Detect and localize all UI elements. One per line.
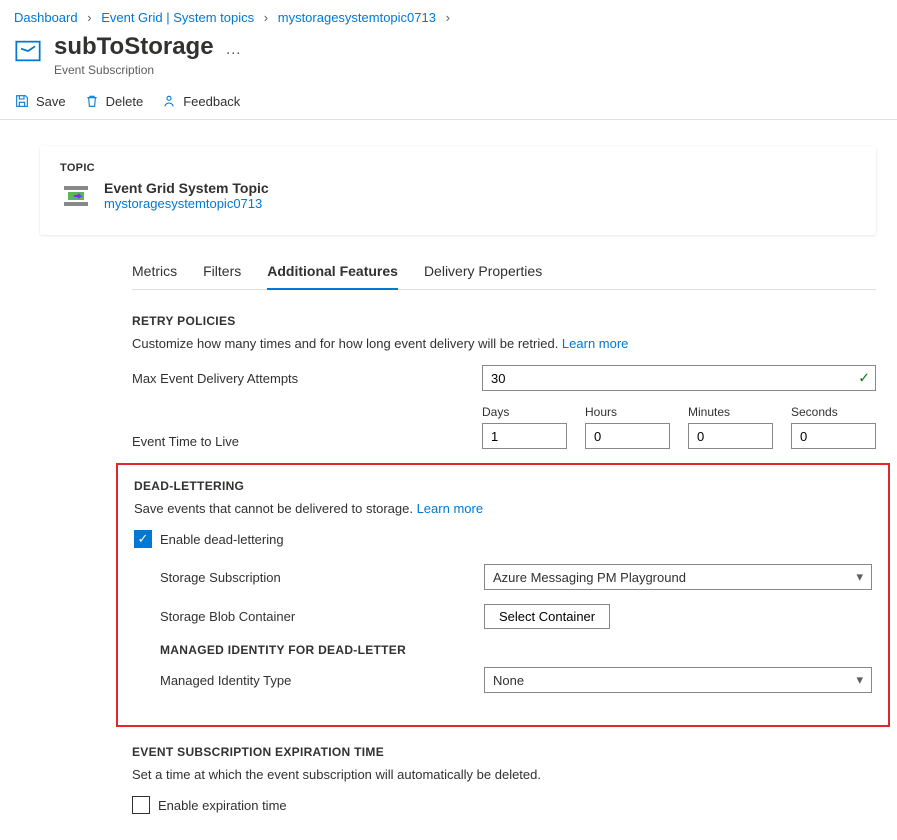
save-label: Save [36,94,66,109]
enable-deadletter-label: Enable dead-lettering [160,532,284,547]
retry-desc: Customize how many times and for how lon… [132,336,876,351]
ttl-seconds-input[interactable] [791,423,876,449]
retry-learn-more[interactable]: Learn more [562,336,628,351]
chevron-right-icon: › [264,10,268,25]
person-icon [161,93,177,109]
topic-link[interactable]: mystoragesystemtopic0713 [104,196,262,211]
mi-type-value: None [493,673,524,688]
managed-identity-type-select[interactable]: None ▾ [484,667,872,693]
page-title: subToStorage [54,33,214,61]
delete-label: Delete [106,94,144,109]
storage-sub-label: Storage Subscription [160,570,484,585]
tab-additional-features[interactable]: Additional Features [267,257,398,289]
storage-sub-value: Azure Messaging PM Playground [493,570,686,585]
retry-title: RETRY POLICIES [132,314,876,328]
chevron-down-icon: ▾ [856,569,863,585]
max-attempts-label: Max Event Delivery Attempts [132,371,482,386]
dead-lettering-section: DEAD-LETTERING Save events that cannot b… [116,463,890,727]
breadcrumb: Dashboard › Event Grid | System topics ›… [0,0,897,31]
ttl-hours-label: Hours [585,405,670,419]
chevron-down-icon: ▾ [856,672,863,688]
page-subtitle: Event Subscription [54,63,241,77]
topic-card: TOPIC Event Grid System Topic mystorages… [40,146,876,235]
ttl-label: Event Time to Live [132,434,482,449]
deadletter-learn-more[interactable]: Learn more [417,501,483,516]
tab-filters[interactable]: Filters [203,257,241,289]
feedback-label: Feedback [183,94,240,109]
save-button[interactable]: Save [14,93,66,109]
enable-deadletter-checkbox[interactable]: ✓ [134,530,152,548]
enable-expiration-label: Enable expiration time [158,798,287,813]
ttl-days-input[interactable] [482,423,567,449]
breadcrumb-event-grid[interactable]: Event Grid | System topics [101,10,254,25]
managed-identity-title: MANAGED IDENTITY FOR DEAD-LETTER [160,643,872,657]
topic-type: Event Grid System Topic [104,180,269,196]
event-grid-topic-icon [60,180,92,215]
mi-type-label: Managed Identity Type [160,673,484,688]
breadcrumb-topic[interactable]: mystoragesystemtopic0713 [278,10,436,25]
tab-metrics[interactable]: Metrics [132,257,177,289]
page-header: subToStorage … Event Subscription [0,31,897,87]
select-container-button[interactable]: Select Container [484,604,610,629]
trash-icon [84,93,100,109]
subscription-icon [14,33,42,68]
expiration-title: EVENT SUBSCRIPTION EXPIRATION TIME [132,745,876,759]
expiration-desc: Set a time at which the event subscripti… [132,767,876,782]
delete-button[interactable]: Delete [84,93,144,109]
ttl-minutes-label: Minutes [688,405,773,419]
save-icon [14,93,30,109]
tab-delivery-properties[interactable]: Delivery Properties [424,257,542,289]
ttl-seconds-label: Seconds [791,405,876,419]
ttl-minutes-input[interactable] [688,423,773,449]
deadletter-desc: Save events that cannot be delivered to … [134,501,872,516]
detail-tabs: Metrics Filters Additional Features Deli… [132,257,876,290]
enable-expiration-checkbox[interactable] [132,796,150,814]
storage-subscription-select[interactable]: Azure Messaging PM Playground ▾ [484,564,872,590]
chevron-right-icon: › [446,10,450,25]
storage-blob-label: Storage Blob Container [160,609,484,624]
more-actions-icon[interactable]: … [225,41,241,58]
command-toolbar: Save Delete Feedback [0,87,897,120]
ttl-days-label: Days [482,405,567,419]
ttl-hours-input[interactable] [585,423,670,449]
chevron-right-icon: › [87,10,91,25]
max-attempts-input[interactable] [482,365,876,391]
breadcrumb-dashboard[interactable]: Dashboard [14,10,78,25]
deadletter-title: DEAD-LETTERING [134,479,872,493]
feedback-button[interactable]: Feedback [161,93,240,109]
topic-card-label: TOPIC [60,162,856,174]
check-icon: ✓ [858,370,870,387]
